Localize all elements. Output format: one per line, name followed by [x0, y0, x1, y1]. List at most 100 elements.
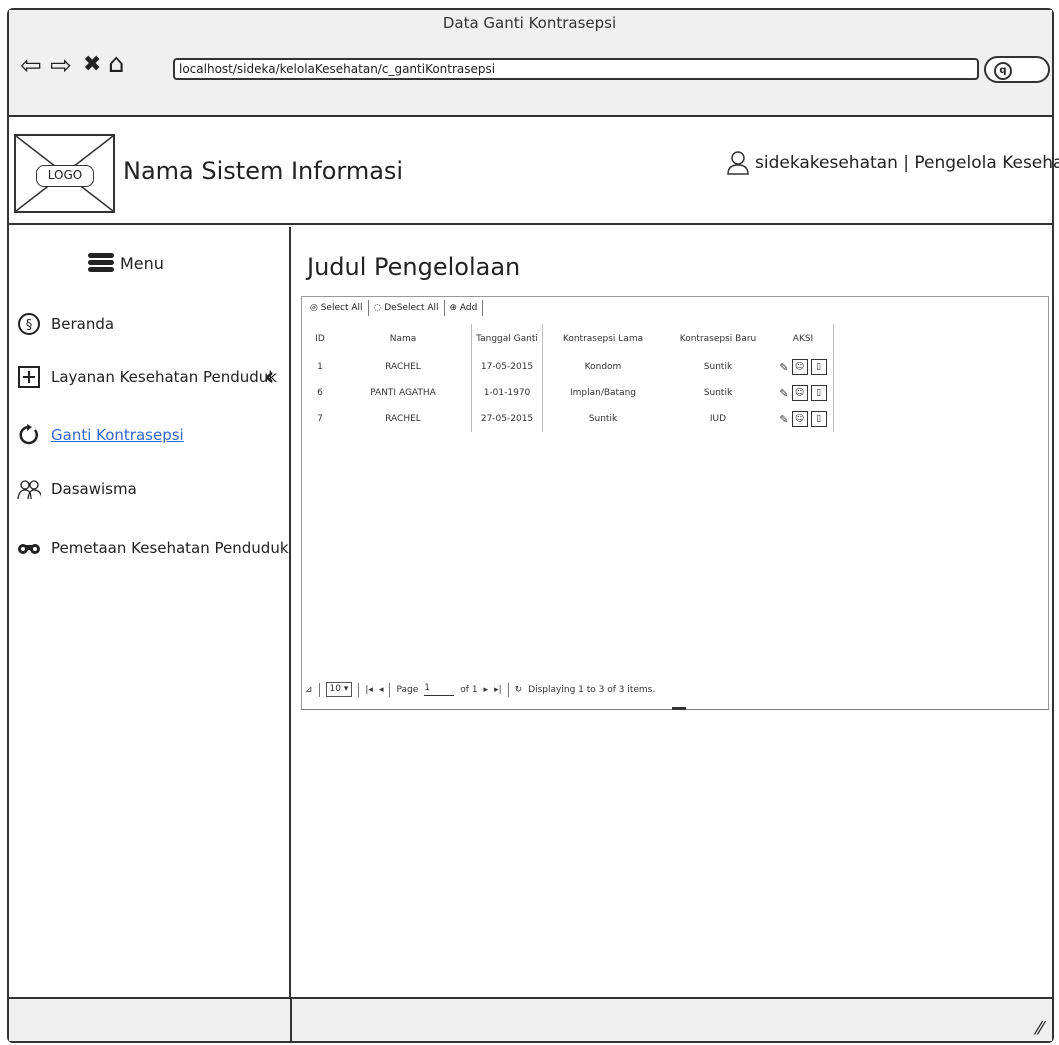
cell-aksi: ✎ ☺ ▯ [773, 406, 834, 432]
search-icon: q [994, 62, 1012, 80]
select-all-button[interactable]: ◎ Select All [305, 300, 369, 316]
cell-kontrasepsi-lama: Suntik [588, 414, 618, 424]
cell-nama: RACHEL [335, 354, 472, 380]
cell-id: 1 [317, 362, 323, 372]
sidebar-item-label: Dasawisma [51, 480, 137, 498]
column-header[interactable]: ID [305, 324, 335, 354]
refresh-grid-icon[interactable]: ↻ [515, 685, 523, 695]
deselect-all-label: DeSelect All [384, 303, 439, 313]
sidebar-item-pemetaan[interactable]: Pemetaan Kesehatan Penduduk [17, 536, 289, 560]
sidebar-item-label[interactable]: Ganti Kontrasepsi [51, 426, 184, 444]
last-page-icon[interactable]: ▸| [494, 685, 502, 695]
cell-kontrasepsi-baru: IUD [709, 414, 727, 424]
pagination-bar: ⊿ 10 ▾ |◂ ◂ Page 1 of 1 ▸ ▸| ↻ Displayin… [305, 682, 655, 697]
cell-aksi: ✎ ☺ ▯ [773, 354, 834, 380]
cell-kontrasepsi-lama: Kondom [584, 362, 622, 372]
page-title: Judul Pengelolaan [307, 253, 521, 281]
plus-box-icon [17, 365, 41, 389]
add-label: Add [459, 303, 478, 313]
column-header[interactable]: Kontrasepsi Lama [543, 324, 664, 354]
page-size-value: 10 [329, 684, 341, 694]
cell-kontrasepsi-baru: Suntik [703, 362, 733, 372]
grid-menu-icon[interactable]: ⊿ [305, 685, 313, 695]
chevron-left-icon[interactable]: ‹ [264, 362, 275, 392]
edit-icon[interactable]: ✎ [779, 387, 788, 400]
cell-id: 6 [317, 388, 323, 398]
divider [507, 682, 509, 697]
hamburger-icon [88, 253, 114, 273]
cell-aksi: ✎ ☺ ▯ [773, 380, 834, 406]
sidebar-item-dasawisma[interactable]: Dasawisma [17, 477, 137, 501]
page-size-select[interactable]: 10 ▾ [325, 682, 353, 697]
scroll-handle[interactable] [672, 707, 686, 710]
cell-tanggal: 1-01-1970 [471, 380, 543, 406]
edit-icon[interactable]: ✎ [779, 361, 788, 374]
sidebar-item-ganti-kontrasepsi[interactable]: Ganti Kontrasepsi [17, 423, 184, 447]
page-label: Page [396, 684, 419, 695]
cell-kontrasepsi-lama: Implan/Batang [569, 388, 637, 398]
column-header[interactable]: Tanggal Ganti [471, 324, 543, 354]
display-info: Displaying 1 to 3 of 3 items. [528, 684, 656, 695]
sidebar-item-label: Pemetaan Kesehatan Penduduk [51, 539, 289, 557]
footer [9, 997, 1052, 1041]
data-table: ID Nama Tanggal Ganti Kontrasepsi Lama K… [305, 324, 834, 432]
column-header: AKSI [773, 324, 834, 354]
beranda-icon: § [17, 312, 41, 336]
add-button[interactable]: ⊕ Add [445, 300, 484, 316]
table-header-row: ID Nama Tanggal Ganti Kontrasepsi Lama K… [305, 324, 834, 354]
cell-nama: PANTI AGATHA [335, 380, 472, 406]
sidebar-item-label: Beranda [51, 315, 115, 333]
sidebar-item-layanan[interactable]: Layanan Kesehatan Penduduk [17, 365, 277, 389]
sidebar-item-label: Layanan Kesehatan Penduduk [51, 368, 277, 386]
divider [389, 682, 391, 697]
divider [358, 682, 360, 697]
grid-toolbar: ◎ Select All ◌ DeSelect All ⊕ Add [305, 300, 484, 316]
group-icon [17, 477, 41, 501]
refresh-icon [17, 423, 41, 447]
menu-label: Menu [120, 253, 164, 273]
user-label: sidekakesehatan | Pengelola Kesehatan [755, 153, 1059, 173]
binoculars-icon [17, 536, 41, 560]
sidebar-item-beranda[interactable]: § Beranda [17, 312, 114, 336]
user-menu[interactable]: sidekakesehatan | Pengelola Kesehatan ▼ [727, 151, 1059, 175]
table-row[interactable]: 6 PANTI AGATHA 1-01-1970 Implan/Batang S… [305, 380, 834, 406]
table-row[interactable]: 7 RACHEL 27-05-2015 Suntik IUD ✎ ☺ ▯ [305, 406, 834, 432]
delete-icon[interactable]: ▯ [810, 385, 827, 401]
cell-nama: RACHEL [335, 406, 472, 432]
cell-tanggal: 27-05-2015 [471, 406, 543, 432]
deselect-all-button[interactable]: ◌ DeSelect All [369, 300, 445, 316]
prev-page-icon[interactable]: ◂ [379, 685, 384, 695]
page-number-input[interactable]: 1 [424, 683, 455, 696]
first-page-icon[interactable]: |◂ [365, 685, 373, 695]
table-row[interactable]: 1 RACHEL 17-05-2015 Kondom Suntik ✎ ☺ ▯ [305, 354, 834, 380]
view-icon[interactable]: ☺ [791, 385, 808, 401]
cell-kontrasepsi-baru: Suntik [703, 388, 733, 398]
address-bar[interactable]: localhost/sideka/kelolaKesehatan/c_ganti… [173, 58, 979, 80]
sidebar [9, 227, 291, 997]
browser-search-button[interactable]: q [984, 56, 1050, 83]
delete-icon[interactable]: ▯ [810, 411, 827, 427]
delete-icon[interactable]: ▯ [810, 359, 827, 375]
resize-grip-icon[interactable]: ⁄⁄ [1037, 1018, 1043, 1039]
edit-icon[interactable]: ✎ [779, 413, 788, 426]
view-icon[interactable]: ☺ [791, 359, 808, 375]
menu-header[interactable]: Menu [88, 253, 164, 273]
column-header[interactable]: Nama [335, 324, 472, 354]
svg-text:§: § [26, 318, 33, 333]
footer-divider [290, 997, 292, 1041]
view-icon[interactable]: ☺ [791, 411, 808, 427]
back-icon[interactable]: ⇦ [20, 53, 42, 79]
next-page-icon[interactable]: ▸ [484, 685, 489, 695]
forward-icon[interactable]: ⇨ [50, 53, 72, 79]
page-of-label: of 1 [460, 684, 478, 695]
user-icon [727, 151, 749, 175]
logo-text: LOGO [36, 165, 94, 187]
logo: LOGO [14, 134, 115, 213]
cell-tanggal: 17-05-2015 [471, 354, 543, 380]
column-header[interactable]: Kontrasepsi Baru [663, 324, 773, 354]
close-icon[interactable]: ✖ [83, 52, 101, 78]
home-icon[interactable]: ⌂ [108, 51, 125, 77]
divider [318, 682, 320, 697]
select-all-label: Select All [320, 303, 363, 313]
cell-id: 7 [317, 414, 323, 424]
